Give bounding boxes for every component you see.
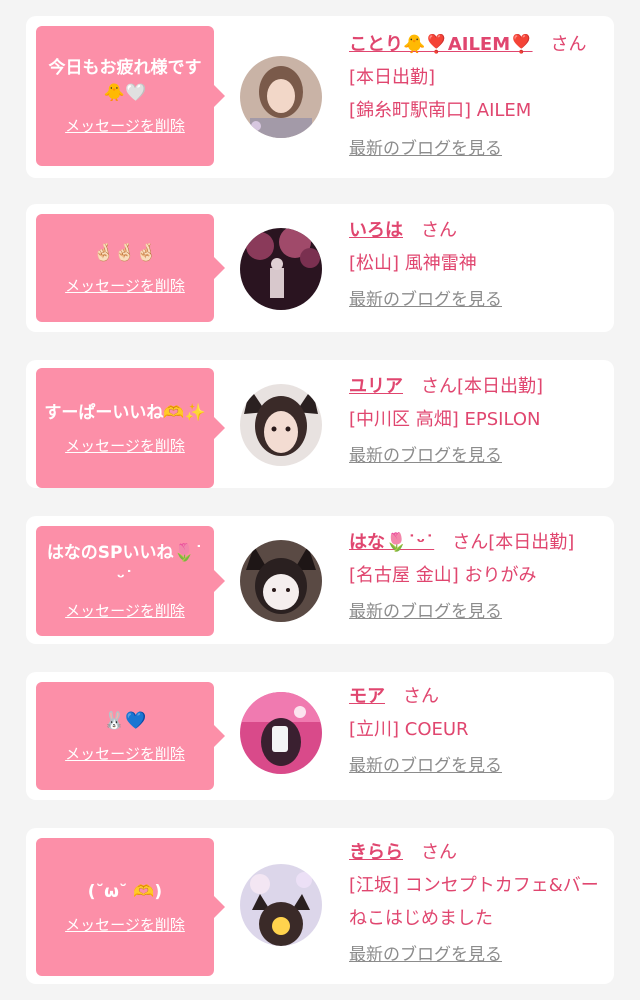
cast-info: きらら さん [江坂] コンセプトカフェ&バー ねこはじめました 最新のブログを… bbox=[349, 836, 617, 972]
message-card: 🐰💙 メッセージを削除 モア さん [立川] COEUR 最新のブログを見る bbox=[26, 672, 614, 800]
delete-message-button[interactable]: メッセージを削除 bbox=[65, 744, 185, 764]
honorific: さん bbox=[421, 376, 457, 397]
message-card: 今日もお疲れ様です🐥🤍 メッセージを削除 ことり🐥❣️AILEM❣️ さん [本日… bbox=[26, 16, 614, 178]
message-text: 🐰💙 bbox=[103, 710, 147, 731]
pink-mirror-selfie-avatar-icon bbox=[240, 692, 322, 774]
message-card: 🤞🏻🤞🏻🤞🏻 メッセージを削除 いろは さん [松山] 風神雷神 最新のブログを… bbox=[26, 204, 614, 332]
cast-name-link[interactable]: いろは bbox=[349, 220, 403, 241]
avatar[interactable] bbox=[240, 864, 322, 946]
honorific: さん bbox=[421, 220, 457, 241]
delete-message-button[interactable]: メッセージを削除 bbox=[65, 436, 185, 456]
attendance-status: [本日出勤] bbox=[349, 67, 436, 88]
message-card: すーぱーいいね🫶✨ メッセージを削除 ユリア さん[本日出勤] [中川区 高畑]… bbox=[26, 360, 614, 488]
attendance-status: [本日出勤] bbox=[488, 532, 575, 553]
girl-photo-avatar-icon bbox=[240, 56, 322, 138]
night-cherry-blossom-avatar-icon bbox=[240, 228, 322, 310]
message-text: (˘ω˘ 🫶) bbox=[87, 881, 163, 902]
cast-info: ことり🐥❣️AILEM❣️ さん [本日出勤] [錦糸町駅南口] AILEM 最新… bbox=[349, 28, 601, 166]
cat-filter-girl-avatar-icon bbox=[240, 540, 322, 622]
avatar[interactable] bbox=[240, 384, 322, 466]
message-card: はなのSPいいね🌷˙ᵕ˙ メッセージを削除 はな🌷˙ᵕ˙ さん[本日出勤] [名… bbox=[26, 516, 614, 644]
message-text: 今日もお疲れ様です🐥🤍 bbox=[48, 58, 202, 103]
delete-message-button[interactable]: メッセージを削除 bbox=[65, 276, 185, 296]
honorific: さん bbox=[452, 532, 489, 553]
latest-blog-link[interactable]: 最新のブログを見る bbox=[349, 440, 502, 473]
attendance-status: [本日出勤] bbox=[457, 376, 544, 397]
latest-blog-link[interactable]: 最新のブログを見る bbox=[349, 939, 502, 972]
honorific: さん bbox=[550, 34, 587, 55]
cast-info: ユリア さん[本日出勤] [中川区 高畑] EPSILON 最新のブログを見る bbox=[349, 370, 601, 473]
cast-name-link[interactable]: モア bbox=[349, 686, 385, 707]
message-text: すーぱーいいね🫶✨ bbox=[44, 402, 206, 423]
message-text: 🤞🏻🤞🏻🤞🏻 bbox=[93, 242, 157, 263]
message-card: (˘ω˘ 🫶) メッセージを削除 きらら さん [江坂] コンセプトカフェ&バー… bbox=[26, 828, 617, 984]
cast-name-link[interactable]: ユリア bbox=[349, 376, 403, 397]
message-bubble: 今日もお疲れ様です🐥🤍 メッセージを削除 bbox=[36, 26, 225, 166]
shop-name: [名古屋 金山] おりがみ bbox=[349, 565, 537, 586]
cast-name-link[interactable]: ことり🐥❣️AILEM❣️ bbox=[349, 34, 533, 55]
shop-name: [江坂] コンセプトカフェ&バー ねこはじめました bbox=[349, 875, 617, 929]
latest-blog-link[interactable]: 最新のブログを見る bbox=[349, 596, 502, 629]
avatar[interactable] bbox=[240, 692, 322, 774]
message-text: はなのSPいいね🌷˙ᵕ˙ bbox=[46, 543, 204, 588]
cat-ears-girl-avatar-icon bbox=[240, 384, 322, 466]
shop-name: [立川] COEUR bbox=[349, 719, 469, 740]
delete-message-button[interactable]: メッセージを削除 bbox=[65, 116, 185, 136]
message-bubble: すーぱーいいね🫶✨ メッセージを削除 bbox=[36, 368, 225, 488]
shop-name: [松山] 風神雷神 bbox=[349, 253, 477, 274]
avatar[interactable] bbox=[240, 228, 322, 310]
honorific: さん bbox=[403, 686, 439, 707]
cast-info: モア さん [立川] COEUR 最新のブログを見る bbox=[349, 680, 601, 783]
honorific: さん bbox=[421, 842, 457, 863]
message-bubble: 🐰💙 メッセージを削除 bbox=[36, 682, 225, 790]
message-bubble: はなのSPいいね🌷˙ᵕ˙ メッセージを削除 bbox=[36, 526, 225, 636]
avatar[interactable] bbox=[240, 540, 322, 622]
message-bubble: (˘ω˘ 🫶) メッセージを削除 bbox=[36, 838, 225, 976]
shop-name: [錦糸町駅南口] AILEM bbox=[349, 100, 532, 121]
latest-blog-link[interactable]: 最新のブログを見る bbox=[349, 284, 502, 317]
delete-message-button[interactable]: メッセージを削除 bbox=[65, 915, 185, 935]
cast-name-link[interactable]: はな🌷˙ᵕ˙ bbox=[349, 532, 434, 553]
avatar[interactable] bbox=[240, 56, 322, 138]
latest-blog-link[interactable]: 最新のブログを見る bbox=[349, 133, 502, 166]
delete-message-button[interactable]: メッセージを削除 bbox=[65, 601, 185, 621]
cast-info: はな🌷˙ᵕ˙ さん[本日出勤] [名古屋 金山] おりがみ 最新のブログを見る bbox=[349, 526, 601, 629]
message-bubble: 🤞🏻🤞🏻🤞🏻 メッセージを削除 bbox=[36, 214, 225, 322]
cat-ears-sticker-avatar-icon bbox=[240, 864, 322, 946]
cast-name-link[interactable]: きらら bbox=[349, 842, 403, 863]
latest-blog-link[interactable]: 最新のブログを見る bbox=[349, 750, 502, 783]
shop-name: [中川区 高畑] EPSILON bbox=[349, 409, 541, 430]
cast-info: いろは さん [松山] 風神雷神 最新のブログを見る bbox=[349, 214, 601, 317]
